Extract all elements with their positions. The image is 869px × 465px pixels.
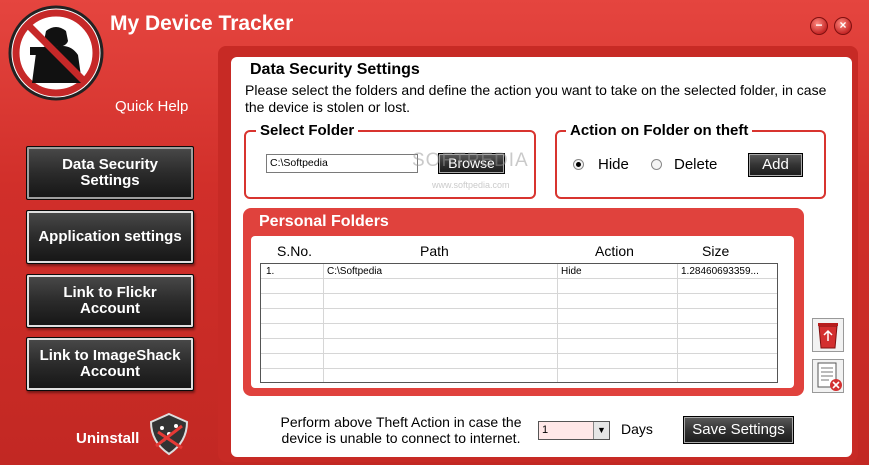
hide-radio[interactable]: [573, 159, 584, 170]
column-header-action: Action: [595, 243, 634, 259]
delete-document-icon[interactable]: [812, 359, 844, 393]
days-select-value: 1: [542, 424, 549, 436]
folder-path-input[interactable]: C:\Softpedia: [266, 154, 418, 173]
select-folder-title: Select Folder: [256, 122, 359, 139]
minimize-button[interactable]: −: [810, 17, 828, 35]
table-row[interactable]: 1. C:\Softpedia Hide 1.28460693359...: [261, 264, 777, 279]
sidebar-item-application-settings[interactable]: Application settings: [26, 210, 194, 264]
uninstall-link[interactable]: Uninstall: [76, 430, 139, 447]
action-group-title: Action on Folder on theft: [566, 122, 753, 139]
personal-folders-title: Personal Folders: [259, 213, 389, 230]
shield-uninstall-icon[interactable]: [146, 412, 192, 456]
app-title: My Device Tracker: [110, 12, 294, 35]
close-button[interactable]: ×: [834, 17, 852, 35]
quick-help-link[interactable]: Quick Help: [115, 98, 188, 115]
row-action: Hide: [561, 266, 582, 277]
no-spy-logo-icon: [8, 5, 104, 101]
page-description: Please select the folders and define the…: [245, 82, 827, 115]
delete-radio-label: Delete: [674, 156, 718, 173]
row-path: C:\Softpedia: [327, 266, 383, 277]
column-header-size: Size: [702, 243, 730, 259]
recycle-bin-icon[interactable]: [812, 318, 844, 352]
column-header-sno: S.No.: [277, 243, 313, 259]
row-sno: 1.: [266, 266, 275, 277]
page-title: Data Security Settings: [250, 61, 420, 78]
delete-radio[interactable]: [651, 159, 662, 170]
row-size: 1.28460693359...: [681, 266, 759, 277]
chevron-down-icon[interactable]: ▼: [593, 422, 609, 439]
hide-radio-label: Hide: [598, 156, 629, 173]
sidebar-item-flickr[interactable]: Link to Flickr Account: [26, 274, 194, 328]
sidebar-item-data-security[interactable]: Data Security Settings: [26, 146, 194, 200]
app-window: My Device Tracker − × Quick Help Data Se…: [0, 0, 869, 465]
days-select[interactable]: 1 ▼: [538, 421, 610, 440]
save-settings-button[interactable]: Save Settings: [683, 416, 794, 444]
folders-table: 1. C:\Softpedia Hide 1.28460693359...: [260, 263, 778, 383]
add-button[interactable]: Add: [748, 153, 803, 177]
theft-action-note: Perform above Theft Action in case the d…: [280, 414, 522, 446]
sidebar-item-imageshack[interactable]: Link to ImageShack Account: [26, 337, 194, 391]
browse-button[interactable]: Browse: [438, 153, 505, 174]
column-header-path: Path: [420, 243, 449, 259]
days-label: Days: [621, 421, 653, 437]
